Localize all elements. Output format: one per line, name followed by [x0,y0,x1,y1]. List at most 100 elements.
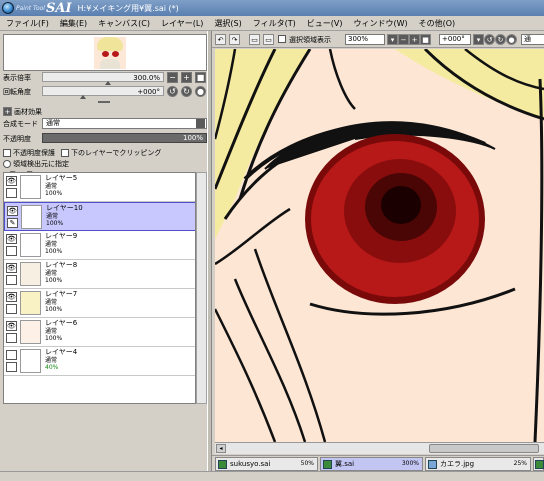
menu-filter[interactable]: フィルタ(T) [247,18,301,29]
document-tab[interactable]: sukusyo.sai 50% [215,457,318,471]
undo-icon[interactable]: ↶ [215,34,226,45]
rotate-reset-icon[interactable]: ● [506,34,517,45]
document-tab-active[interactable]: 翼.sai 300% [320,457,423,471]
chevron-down-icon [196,119,205,128]
document-icon [323,460,332,469]
redo-icon[interactable]: ↷ [229,34,240,45]
opacity-row: 不透明度 [3,133,31,144]
layer-item[interactable]: 👁 レイヤー9 通常 100% [4,231,195,260]
eye-icon[interactable]: 👁 [6,263,17,273]
layer-thumbnail [20,175,41,199]
zoom-combo[interactable]: 300% [345,34,385,45]
deselect-icon[interactable]: ▭ [249,34,260,45]
layer-item[interactable]: 👁 レイヤー7 通常 100% [4,289,195,318]
layer-mode: 通常 [46,213,59,220]
layer-name: レイヤー5 [45,174,78,182]
lock-toggle[interactable] [6,188,17,198]
layer-name: レイヤー9 [45,232,78,240]
layer-opacity: 100% [45,190,63,197]
rotation-slider[interactable]: +000° [42,86,164,99]
rotate-right-button[interactable]: ↻ [181,86,192,97]
blend-mode-value: 通常 [46,119,60,127]
lock-toggle[interactable] [6,246,17,256]
zoom-out-button[interactable]: − [167,72,178,83]
rotation-combo[interactable]: +000° [439,34,471,45]
clip-lower-checkbox[interactable] [61,148,69,157]
rotation-label: 回転角度 [3,87,31,96]
rotate-left-button[interactable]: ↺ [167,86,178,97]
protect-opacity-row[interactable]: 不透明度保護 下のレイヤーでクリッピング [3,147,161,158]
document-tab[interactable]: カエラ.jpg 25% [425,457,531,471]
menu-window[interactable]: ウィンドウ(W) [347,18,412,29]
eye-icon[interactable]: 👁 [6,321,17,331]
clip-lower-label: 下のレイヤーでクリッピング [71,148,162,157]
menu-file[interactable]: ファイル(F) [0,18,54,29]
zoom-reset-button[interactable]: ■ [195,72,206,83]
opacity-slider[interactable]: 100% [42,133,207,143]
lock-toggle[interactable] [6,333,17,343]
tab-name: sukusyo.sai [230,460,271,468]
menu-layer[interactable]: レイヤー(L) [155,18,208,29]
blend-mode-select[interactable]: 通常 [42,118,207,129]
layer-thumbnail [21,205,42,229]
rotate-left-icon[interactable]: ↺ [484,34,495,45]
panel-splitter[interactable] [207,31,212,481]
rotate-right-icon[interactable]: ↻ [495,34,506,45]
invert-selection-icon[interactable]: ▭ [263,34,274,45]
layer-thumbnail [20,291,41,315]
rotate-reset-button[interactable]: ● [195,86,206,97]
menu-canvas[interactable]: キャンバス(C) [92,18,155,29]
zoom-reset-icon[interactable]: ■ [420,34,431,45]
protect-opacity-checkbox[interactable] [3,148,11,157]
panel-grip[interactable] [98,101,110,103]
expand-icon[interactable]: + [3,107,12,116]
eye-icon[interactable]: 👁 [7,206,18,216]
zoom-combo-value: 300% [348,35,369,43]
rotation-combo-value: +000° [442,35,465,43]
eye-icon[interactable]: 👁 [6,292,17,302]
lock-toggle[interactable] [6,275,17,285]
menu-other[interactable]: その他(O) [413,18,461,29]
layer-mode: 通常 [45,357,58,364]
lock-toggle[interactable] [6,304,17,314]
canvas-hscrollbar[interactable]: ◂ [215,442,544,454]
document-tab-partial[interactable] [533,457,544,471]
paper-effect-row[interactable]: + 画材効果 [3,106,42,117]
rotation-row: 回転角度 [3,86,31,97]
mode-combo-value: 通 [524,35,531,43]
zoom-in-button[interactable]: + [181,72,192,83]
chevron-down-icon[interactable]: ▾ [387,34,398,45]
menu-view[interactable]: ビュー(V) [301,18,348,29]
menu-select[interactable]: 選択(S) [208,18,246,29]
menu-edit[interactable]: 編集(E) [54,18,92,29]
drawing-canvas[interactable] [215,49,544,442]
layer-list-scrollbar[interactable] [196,172,207,404]
layer-item[interactable]: レイヤー4 通常 40% [4,347,195,376]
zoom-slider[interactable]: 300.0% [42,72,164,85]
brush-icon[interactable]: ✎ [7,218,18,228]
chevron-down-icon[interactable]: ▾ [473,34,484,45]
layer-item[interactable]: 👁 レイヤー8 通常 100% [4,260,195,289]
opacity-label: 不透明度 [3,134,31,143]
layer-mode: 通常 [45,241,58,248]
canvas-hscroll-thumb[interactable] [429,444,539,453]
eye-toggle-off[interactable] [6,350,17,360]
title-bar: Paint Tool SAI H:¥メイキング用¥翼.sai (*) [0,0,544,16]
show-selection-checkbox[interactable] [278,35,286,43]
layer-item-selected[interactable]: 👁 ✎ レイヤー10 通常 100% [4,202,195,231]
document-icon [218,460,227,469]
selection-source-radio[interactable] [3,159,11,168]
layer-list[interactable]: 👁 レイヤー5 通常 100% 👁 ✎ レイヤー10 通常 100% 👁 レイヤ… [3,172,196,404]
navigator-preview[interactable] [3,34,207,71]
zoom-in-icon[interactable]: + [409,34,420,45]
eye-icon[interactable]: 👁 [6,176,17,186]
mode-combo[interactable]: 通 [521,34,544,45]
layer-item[interactable]: 👁 レイヤー6 通常 100% [4,318,195,347]
zoom-out-icon[interactable]: − [398,34,409,45]
selection-source-row[interactable]: 領域検出元に指定 [3,158,69,169]
show-selection-label: 選択領域表示 [289,36,331,44]
eye-icon[interactable]: 👁 [6,234,17,244]
lock-toggle[interactable] [6,362,17,372]
layer-item[interactable]: 👁 レイヤー5 通常 100% [4,173,195,202]
scroll-left-icon[interactable]: ◂ [216,444,226,453]
